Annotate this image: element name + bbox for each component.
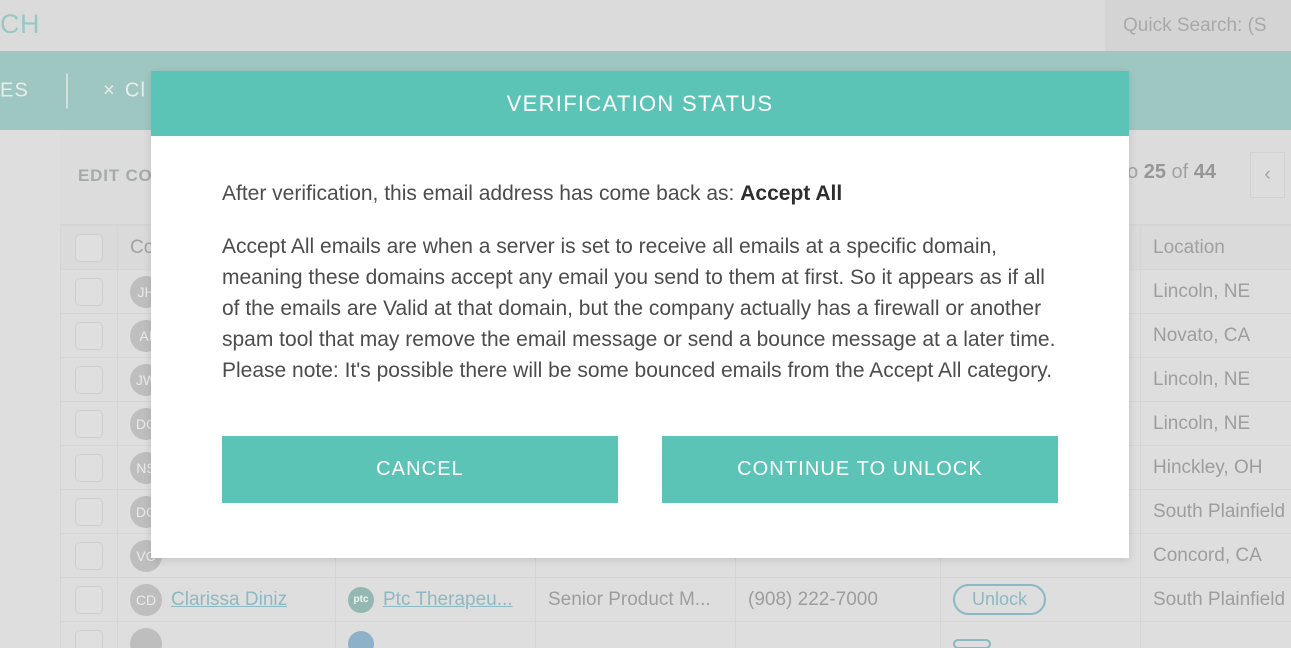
modal-lead-prefix: After verification, this email address h… xyxy=(222,182,741,205)
cancel-button[interactable]: CANCEL xyxy=(222,436,618,503)
modal-title: VERIFICATION STATUS xyxy=(506,90,774,116)
app-root: CH Quick Search: (S ES ×Cl EDIT CO o 25 … xyxy=(0,0,1291,648)
modal-actions: CANCEL CONTINUE TO UNLOCK xyxy=(151,412,1129,558)
modal-status-value: Accept All xyxy=(740,182,843,205)
verification-status-modal: VERIFICATION STATUS After verification, … xyxy=(151,71,1129,558)
modal-body: After verification, this email address h… xyxy=(151,136,1129,386)
continue-to-unlock-button[interactable]: CONTINUE TO UNLOCK xyxy=(662,436,1058,503)
modal-lead-text: After verification, this email address h… xyxy=(222,178,1059,209)
modal-description-text: Accept All emails are when a server is s… xyxy=(222,235,1056,382)
modal-header: VERIFICATION STATUS xyxy=(151,71,1129,136)
